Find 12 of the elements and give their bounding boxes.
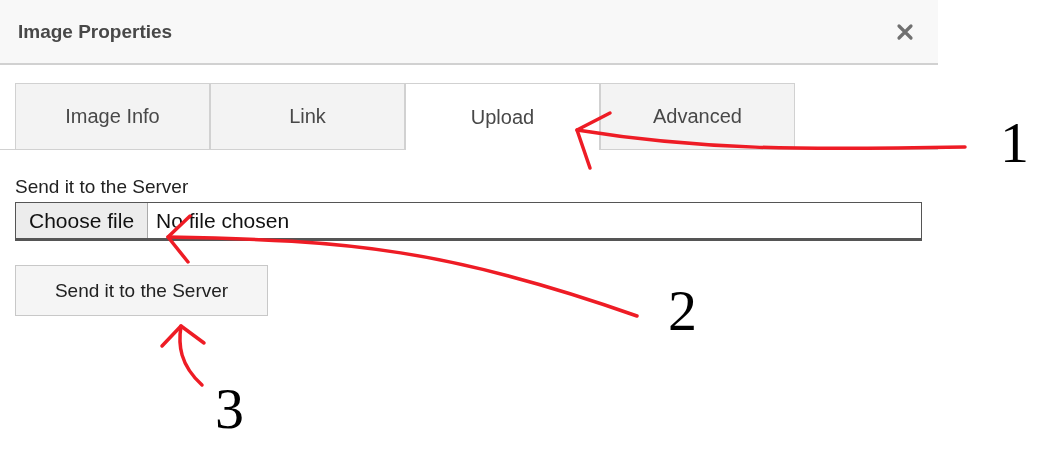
tab[interactable]: Upload [405, 83, 600, 150]
annotation-number: 2 [668, 278, 697, 343]
tab[interactable]: Link [210, 83, 405, 149]
send-button[interactable]: Send it to the Server [15, 265, 268, 316]
close-icon[interactable] [896, 22, 914, 41]
tab[interactable]: Advanced [600, 83, 795, 149]
field-label: Send it to the Server [15, 176, 189, 198]
choose-file-button[interactable]: Choose file [16, 203, 149, 238]
dialog-title: Image Properties [18, 20, 173, 43]
annotation-number: 1 [1000, 110, 1029, 175]
tab[interactable]: Image Info [15, 83, 210, 149]
annotation-number: 3 [215, 376, 244, 441]
